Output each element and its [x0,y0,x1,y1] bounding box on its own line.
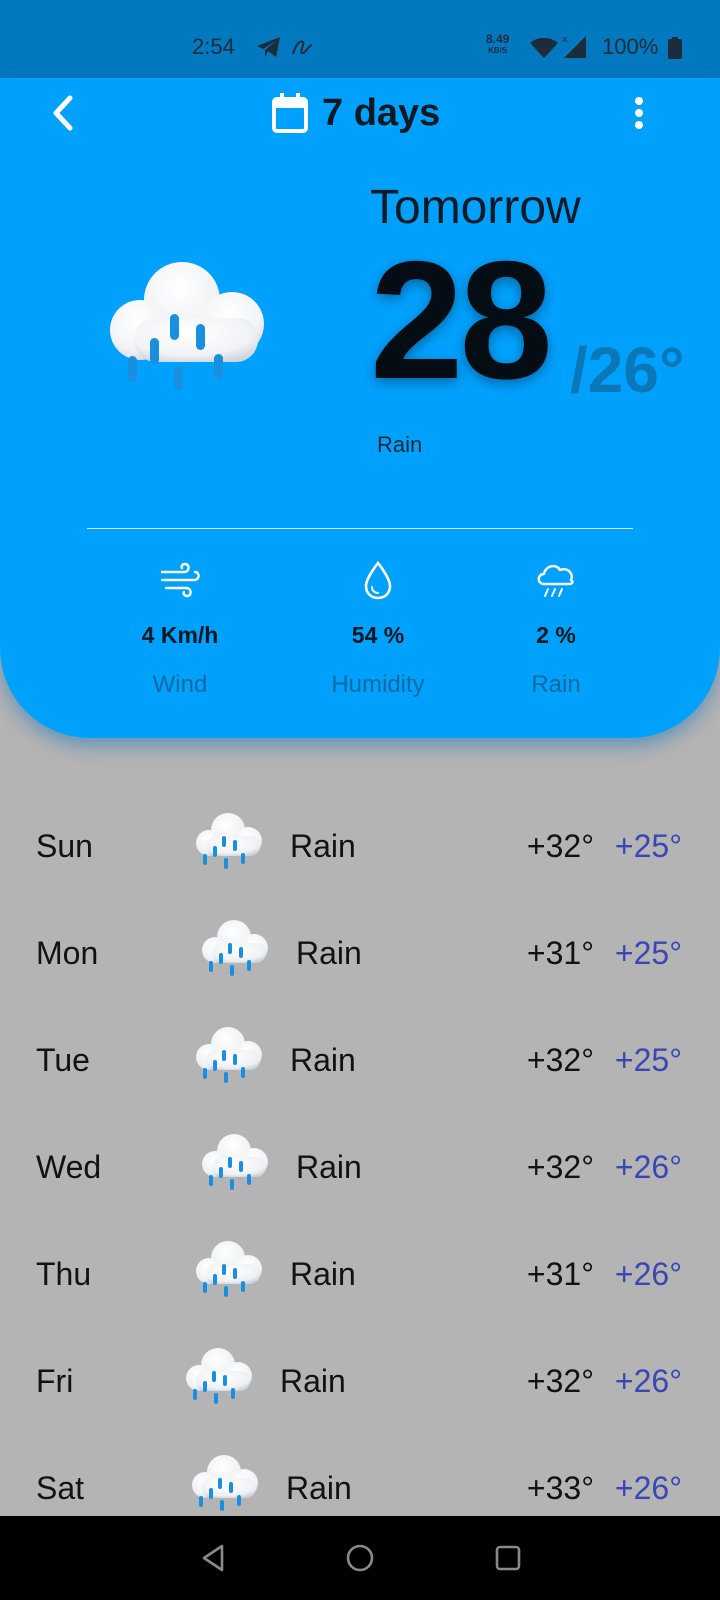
wind-value: 4 Km/h [141,622,219,648]
forecast-condition: Rain [290,1042,356,1078]
humidity-label: Humidity [331,671,425,698]
forecast-condition: Rain [280,1363,346,1399]
divider [87,528,633,529]
app-notification-icon [292,40,313,55]
forecast-condition: Rain [290,1256,356,1292]
forecast-high: +33° [526,1470,594,1506]
forecast-day: Mon [36,935,99,971]
nav-back-icon[interactable] [198,1542,230,1574]
system-nav-bar [0,1516,720,1600]
forecast-list: Sun Rain +32° +25° Mon Rain +31° +25° Tu… [0,796,720,1545]
forecast-day: Tue [36,1042,90,1078]
calendar-icon [272,93,308,133]
forecast-low: +26° [614,1149,682,1185]
forecast-low: +26° [614,1363,682,1399]
forecast-day: Thu [36,1256,92,1292]
rain-cloud-icon [192,1238,264,1302]
forecast-low: +26° [614,1256,682,1292]
forecast-low: +25° [614,935,682,971]
nav-recent-icon[interactable] [492,1542,524,1574]
battery-icon [668,37,682,59]
rain-cloud-icon [182,1345,254,1409]
signal-icon: x [562,35,586,58]
forecast-high: +32° [526,1363,594,1399]
rain-icon [537,564,574,597]
forecast-row[interactable]: Fri Rain +32° +26° [0,1331,720,1438]
telegram-icon [257,37,280,57]
back-button[interactable] [46,92,80,134]
forecast-condition: Rain [296,935,362,971]
forecast-row[interactable]: Mon Rain +31° +25° [0,903,720,1010]
network-speed-value: 8.49 [486,32,510,46]
forecast-high: +32° [526,828,594,864]
network-speed: 8.49 KB/S [486,32,510,56]
low-temperature: /26° [570,334,685,406]
wind-stat: 4 Km/h Wind [90,560,270,699]
nav-home-icon[interactable] [344,1542,376,1574]
forecast-high: +31° [526,935,594,971]
rain-stat: 2 % Rain [466,560,646,699]
wind-label: Wind [152,671,208,698]
forecast-low: +26° [614,1470,682,1506]
forecast-day: Sun [36,828,93,864]
forecast-condition: Rain [290,828,356,864]
droplet-icon [364,560,392,600]
wifi-icon [530,38,558,58]
wind-icon [160,562,200,598]
more-options-button[interactable] [632,96,646,130]
page-header: 7 days [272,90,440,136]
status-time: 2:54 [192,34,235,59]
forecast-row[interactable]: Sun Rain +32° +25° [0,796,720,903]
forecast-day: Sat [36,1470,85,1506]
forecast-row[interactable]: Thu Rain +31° +26° [0,1224,720,1331]
forecast-condition: Rain [296,1149,362,1185]
page-title: 7 days [322,91,441,134]
humidity-stat: 54 % Humidity [288,560,468,699]
forecast-row[interactable]: Wed Rain +32° +26° [0,1117,720,1224]
svg-text:x: x [562,35,568,45]
network-speed-unit: KB/S [488,46,508,55]
forecast-row[interactable]: Tue Rain +32° +25° [0,1010,720,1117]
rain-cloud-icon [198,1131,270,1195]
humidity-value: 54 % [351,622,405,648]
forecast-low: +25° [614,828,682,864]
high-temperature: 28 [370,226,553,414]
forecast-day: Fri [36,1363,74,1399]
rain-label: Rain [531,671,581,698]
rain-cloud-icon [110,262,264,390]
status-bar: 2:54 8.49 KB/S x 100% [0,0,720,78]
forecast-low: +25° [614,1042,682,1078]
battery-percent: 100% [602,34,659,59]
condition-label: Rain [377,432,423,457]
forecast-day: Wed [36,1149,102,1185]
rain-value: 2 % [536,622,576,648]
rain-cloud-icon [198,917,270,981]
forecast-high: +31° [526,1256,594,1292]
forecast-high: +32° [526,1042,594,1078]
rain-cloud-icon [192,1024,264,1088]
forecast-high: +32° [526,1149,594,1185]
rain-cloud-icon [192,810,264,874]
rain-cloud-icon [188,1452,260,1516]
forecast-condition: Rain [286,1470,352,1506]
